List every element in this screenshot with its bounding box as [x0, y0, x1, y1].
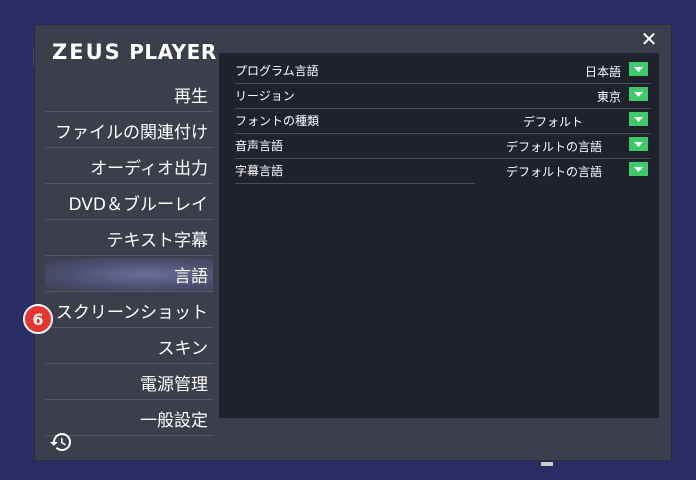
chevron-down-icon	[634, 92, 643, 97]
setting-label: 音声言語	[235, 139, 284, 153]
setting-value: デフォルトの言語	[506, 165, 603, 179]
logo-bold-text: ZEUS	[52, 40, 122, 64]
dropdown-button[interactable]	[629, 62, 648, 76]
settings-sidebar: 6 再生 ファイルの関連付け オーディオ出力 DVD＆ブルーレイ テキスト字幕 …	[23, 78, 213, 438]
sidebar-item-text-subtitles[interactable]: テキスト字幕	[45, 222, 213, 256]
app-logo: ZEUS PLAYER	[52, 40, 216, 70]
setting-value: デフォルトの言語	[506, 140, 603, 154]
setting-label: 字幕言語	[235, 164, 284, 178]
sidebar-item-power-management[interactable]: 電源管理	[45, 366, 213, 400]
dropdown-button[interactable]	[629, 87, 648, 101]
sidebar-item-language[interactable]: 言語	[45, 258, 213, 292]
settings-dialog: ✕ ZEUS PLAYER 6 再生 ファイルの関連付け オーディオ出力 DVD…	[23, 25, 671, 460]
sidebar-item-playback[interactable]: 再生	[45, 78, 213, 112]
sidebar-item-audio-output[interactable]: オーディオ出力	[45, 150, 213, 184]
setting-value: デフォルト	[523, 115, 584, 129]
setting-row-audio-language: 音声言語 デフォルトの言語	[235, 134, 651, 159]
background-window-edge	[541, 462, 553, 466]
chevron-down-icon	[634, 167, 643, 172]
language-settings-panel: プログラム言語 日本語 リージョン 東京 フォントの種類 デフォルト 音声言語 …	[219, 53, 659, 418]
setting-label: リージョン	[235, 89, 295, 103]
sidebar-item-file-association[interactable]: ファイルの関連付け	[45, 114, 213, 148]
close-button[interactable]: ✕	[635, 27, 663, 51]
setting-label: フォントの種類	[235, 114, 320, 128]
setting-row-font-type: フォントの種類 デフォルト	[235, 109, 651, 134]
setting-row-subtitle-language: 字幕言語 デフォルトの言語	[235, 159, 651, 184]
close-icon: ✕	[640, 27, 658, 51]
dropdown-button[interactable]	[629, 162, 648, 176]
setting-value: 日本語	[585, 65, 622, 79]
chevron-down-icon	[634, 117, 643, 122]
setting-value: 東京	[597, 90, 622, 104]
setting-row-region: リージョン 東京	[235, 84, 651, 109]
setting-row-program-language: プログラム言語 日本語	[235, 59, 651, 84]
logo-rest-text: PLAYER	[121, 40, 217, 64]
dropdown-button[interactable]	[629, 137, 648, 151]
dropdown-button[interactable]	[629, 112, 648, 126]
history-button[interactable]	[49, 430, 73, 454]
chevron-down-icon	[634, 142, 643, 147]
chevron-down-icon	[634, 67, 643, 72]
sidebar-item-skin[interactable]: スキン	[45, 330, 213, 364]
row-divider	[235, 183, 475, 184]
history-icon	[50, 433, 71, 451]
setting-label: プログラム言語	[235, 64, 319, 78]
sidebar-item-screenshot[interactable]: スクリーンショット	[45, 294, 213, 328]
step-badge: 6	[23, 304, 53, 334]
sidebar-item-dvd-bluray[interactable]: DVD＆ブルーレイ	[45, 186, 213, 220]
